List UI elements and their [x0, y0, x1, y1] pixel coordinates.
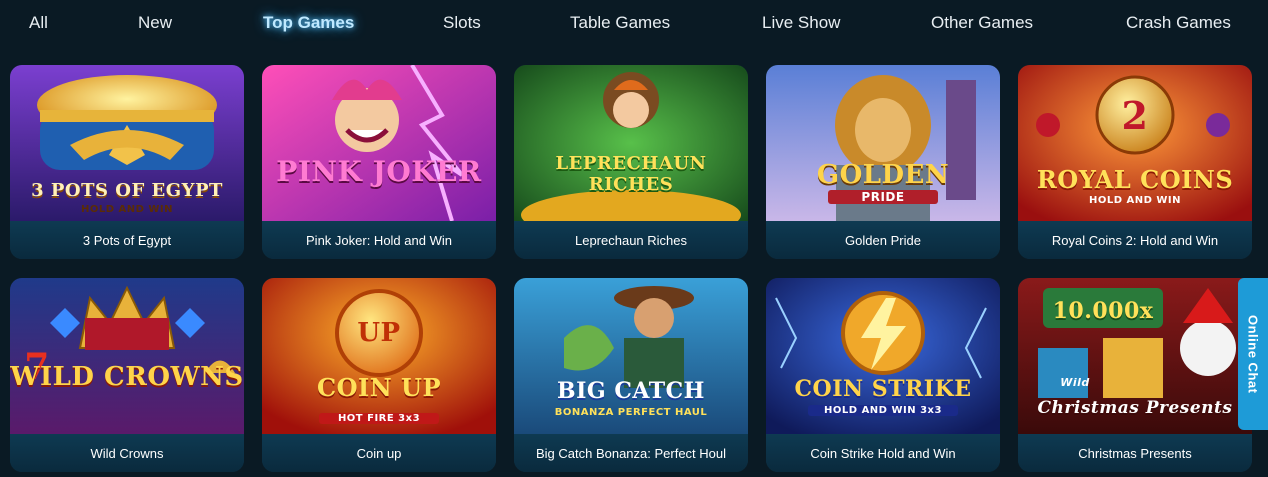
category-nav: All New Top Games Slots Table Games Live… [0, 0, 1268, 50]
lion-icon: GOLDEN PRIDE [766, 65, 1000, 221]
game-badge: 2 [1121, 93, 1149, 138]
crown-icon: 7 WILD CROWNS [10, 278, 244, 434]
online-chat-button[interactable]: Online Chat [1238, 278, 1268, 430]
game-title: Golden Pride [766, 221, 1000, 259]
tab-slots[interactable]: Slots [443, 13, 481, 33]
game-logo: COIN UP [316, 373, 441, 402]
game-logo-sub: HOT FIRE 3x3 [319, 413, 439, 424]
game-card-coin-strike[interactable]: COIN STRIKE HOLD AND WIN 3x3 Coin Strike… [766, 278, 1000, 472]
tab-all[interactable]: All [29, 13, 48, 33]
game-logo: PINK JOKER [276, 155, 482, 188]
game-logo-sub: HOLD AND WIN [1088, 195, 1182, 206]
game-card-pink-joker[interactable]: PINK JOKER Pink Joker: Hold and Win [262, 65, 496, 259]
santa-icon: 10.000x Wild Christmas Presents [1018, 278, 1252, 434]
game-title: Leprechaun Riches [514, 221, 748, 259]
game-logo-sub: PRIDE [828, 190, 938, 204]
game-card-royal-coins-2[interactable]: 2 ROYAL COINS HOLD AND WIN Royal Coins 2… [1018, 65, 1252, 259]
lightning-coin-icon: COIN STRIKE HOLD AND WIN 3x3 [766, 278, 1000, 434]
game-logo: COIN STRIKE [794, 376, 972, 402]
game-badge: 10.000x [1052, 298, 1154, 324]
game-card-3-pots-of-egypt[interactable]: 3 POTS OF EGYPT HOLD AND WIN 3 Pots of E… [10, 65, 244, 259]
game-logo-sub: HOLD AND WIN [80, 204, 174, 215]
leprechaun-icon: LEPRECHAUN RICHES [514, 65, 748, 221]
game-badge: UP [357, 318, 401, 348]
game-logo: Christmas Presents [1037, 398, 1233, 418]
tab-live-show[interactable]: Live Show [762, 13, 840, 33]
tab-top-games[interactable]: Top Games [263, 13, 354, 33]
game-card-christmas-presents[interactable]: 10.000x Wild Christmas Presents Christma… [1018, 278, 1252, 472]
game-title: Coin Strike Hold and Win [766, 434, 1000, 472]
tab-table-games[interactable]: Table Games [570, 13, 670, 33]
tab-crash-games[interactable]: Crash Games [1126, 13, 1231, 33]
fisherman-icon: BIG CATCH BONANZA PERFECT HAUL [514, 278, 748, 434]
game-card-leprechaun-riches[interactable]: LEPRECHAUN RICHES Leprechaun Riches [514, 65, 748, 259]
game-logo: ROYAL COINS [1036, 165, 1234, 194]
pots-of-gold-icon: 3 POTS OF EGYPT HOLD AND WIN [10, 65, 244, 221]
game-logo-sub: Wild [1060, 376, 1090, 389]
game-card-golden-pride[interactable]: GOLDEN PRIDE Golden Pride [766, 65, 1000, 259]
coin-icon: 2 ROYAL COINS HOLD AND WIN [1018, 65, 1252, 221]
game-logo-sub: BONANZA PERFECT HAUL [554, 407, 708, 418]
game-logo: GOLDEN [816, 160, 950, 190]
game-logo: LEPRECHAUN RICHES [555, 153, 707, 195]
game-title: Royal Coins 2: Hold and Win [1018, 221, 1252, 259]
game-logo: 3 POTS OF EGYPT [31, 180, 223, 201]
game-title: Christmas Presents [1018, 434, 1252, 472]
game-title: Wild Crowns [10, 434, 244, 472]
coin-up-icon: UP COIN UP HOT FIRE 3x3 [262, 278, 496, 434]
game-card-big-catch-bonanza[interactable]: BIG CATCH BONANZA PERFECT HAUL Big Catch… [514, 278, 748, 472]
game-title: 3 Pots of Egypt [10, 221, 244, 259]
game-card-wild-crowns[interactable]: 7 WILD CROWNS Wild Crowns [10, 278, 244, 472]
online-chat-label: Online Chat [1245, 314, 1261, 394]
game-logo-sub: HOLD AND WIN 3x3 [808, 405, 958, 416]
tab-other-games[interactable]: Other Games [931, 13, 1033, 33]
game-title: Pink Joker: Hold and Win [262, 221, 496, 259]
game-title: Big Catch Bonanza: Perfect Houl [514, 434, 748, 472]
game-title: Coin up [262, 434, 496, 472]
game-logo: WILD CROWNS [10, 362, 244, 392]
game-card-coin-up[interactable]: UP COIN UP HOT FIRE 3x3 Coin up [262, 278, 496, 472]
game-logo: BIG CATCH [557, 378, 705, 404]
joker-icon: PINK JOKER [262, 65, 496, 221]
tab-new[interactable]: New [138, 13, 172, 33]
